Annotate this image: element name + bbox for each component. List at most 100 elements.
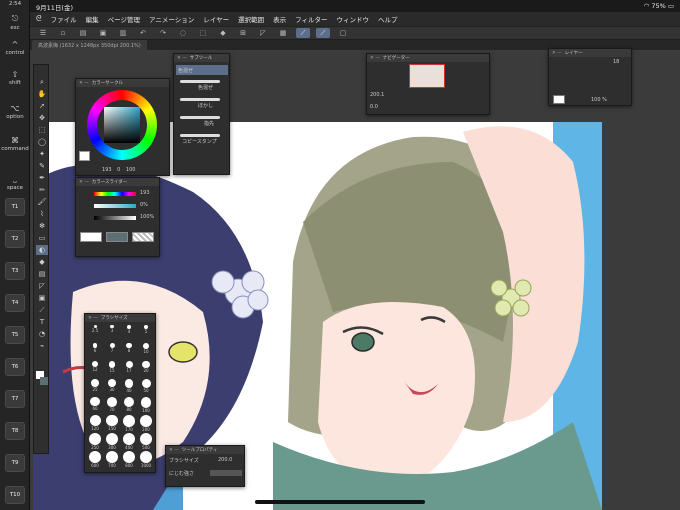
menu-window[interactable]: ウィンドウ — [336, 14, 369, 24]
operation-tool-icon[interactable]: ➚ — [36, 101, 48, 111]
subtool-item[interactable]: ぼかし — [198, 102, 213, 109]
close-icon[interactable]: ✕ — — [169, 448, 179, 453]
brush-size-option[interactable]: 700 — [104, 450, 120, 468]
zoom-value[interactable]: 200.1 — [370, 92, 384, 98]
subtool-item[interactable]: 色混ぜ — [176, 65, 228, 75]
pencil-tool-icon[interactable]: ✏ — [36, 185, 48, 195]
brush-tool-icon[interactable]: 🖌 — [36, 197, 48, 207]
color-preview-main[interactable] — [80, 232, 102, 242]
brush-size-option[interactable]: 70 — [104, 396, 120, 413]
brush-size-option[interactable]: 600 — [87, 450, 103, 468]
brush-size-option[interactable]: 500 — [138, 432, 154, 450]
navigator-preview[interactable] — [409, 64, 445, 88]
t4-key[interactable]: T4 — [5, 294, 25, 312]
gradient-tool-icon[interactable]: ▤ — [36, 269, 48, 279]
clear-icon[interactable]: ◌ — [176, 28, 190, 38]
eyedropper-tool-icon[interactable]: ✎ — [36, 161, 48, 171]
undo-icon[interactable]: ↶ — [136, 28, 150, 38]
brush-size-option[interactable]: 800 — [121, 450, 137, 468]
menu-animation[interactable]: アニメーション — [149, 14, 194, 24]
zoom-tool-icon[interactable]: ⌕ — [36, 77, 48, 87]
control-key[interactable]: ^ control — [0, 40, 30, 56]
ruler-tool-icon[interactable]: ⟋ — [36, 305, 48, 315]
t3-key[interactable]: T3 — [5, 262, 25, 280]
brush-size-option[interactable]: 8 — [121, 342, 137, 359]
menu-file[interactable]: ファイル — [51, 14, 77, 24]
menu-filter[interactable]: フィルター — [295, 14, 327, 24]
figure-tool-icon[interactable]: ◸ — [36, 281, 48, 291]
snap-icon[interactable]: ⊞ — [236, 28, 250, 38]
new-file-icon[interactable]: ▫ — [56, 28, 70, 38]
brush-size-option[interactable]: 5 — [138, 324, 154, 341]
blend-tool-icon[interactable]: ◐ — [36, 245, 48, 255]
ruler-icon[interactable]: ◸ — [256, 28, 270, 38]
app-logo-icon[interactable]: ᘓ — [36, 14, 42, 24]
brush-size-option[interactable]: 150 — [104, 414, 120, 431]
menu-help[interactable]: ヘルプ — [378, 14, 398, 24]
color-preview-sub[interactable] — [106, 232, 128, 242]
layer-blend-value[interactable]: 18 — [613, 59, 619, 65]
move-tool-icon[interactable]: ✥ — [36, 113, 48, 123]
save-icon[interactable]: ▣ — [96, 28, 110, 38]
brush-size-option[interactable]: 15 — [104, 360, 120, 377]
eraser-tool-icon[interactable]: ▭ — [36, 233, 48, 243]
text-tool-icon[interactable]: T — [36, 317, 48, 327]
brush-size-option[interactable]: 80 — [121, 396, 137, 413]
airbrush-tool-icon[interactable]: ⌇ — [36, 209, 48, 219]
frame-tool-icon[interactable]: ▣ — [36, 293, 48, 303]
brush-size-option[interactable]: 30 — [104, 378, 120, 395]
brush-size-option[interactable]: 1000 — [138, 450, 154, 468]
close-icon[interactable]: ✕ — — [370, 56, 380, 61]
subtool-item[interactable]: 色混ぜ — [198, 84, 213, 91]
option-key[interactable]: ⌥ option — [0, 104, 30, 120]
hamburger-icon[interactable]: ☰ — [36, 28, 50, 38]
close-icon[interactable]: ✕ — — [79, 180, 89, 185]
correct-line-tool-icon[interactable]: ⌁ — [36, 341, 48, 351]
value-slider[interactable] — [94, 216, 136, 220]
brush-size-option[interactable]: 300 — [104, 432, 120, 450]
brush-size-option[interactable]: 20 — [138, 360, 154, 377]
fill-tool-icon[interactable]: ◆ — [36, 257, 48, 267]
brush-size-option[interactable]: 4 — [121, 324, 137, 341]
snap-ruler-icon[interactable]: ⟋ — [296, 28, 310, 38]
brush-size-option[interactable]: 100 — [138, 396, 154, 413]
t1-key[interactable]: T1 — [5, 198, 25, 216]
brush-size-option[interactable]: 40 — [121, 378, 137, 395]
wand-tool-icon[interactable]: ✦ — [36, 149, 48, 159]
shift-key[interactable]: ⇧ shift — [0, 70, 30, 86]
grid-icon[interactable]: ▦ — [276, 28, 290, 38]
brush-size-option[interactable]: 12 — [87, 360, 103, 377]
subtool-item[interactable]: コピースタンプ — [182, 138, 217, 145]
redo-icon[interactable]: ↷ — [156, 28, 170, 38]
brush-size-option[interactable]: 250 — [87, 432, 103, 450]
color-preview-transparent[interactable] — [132, 232, 154, 242]
t7-key[interactable]: T7 — [5, 390, 25, 408]
decoration-tool-icon[interactable]: ✻ — [36, 221, 48, 231]
brush-size-value[interactable]: 200.0 — [218, 457, 232, 463]
menu-layer[interactable]: レイヤー — [203, 14, 229, 24]
t5-key[interactable]: T5 — [5, 326, 25, 344]
t9-key[interactable]: T9 — [5, 454, 25, 472]
main-color-box[interactable] — [79, 151, 90, 161]
esc-key[interactable]: ⎋ esc — [0, 14, 30, 31]
selection-tool-icon[interactable]: ⬚ — [36, 125, 48, 135]
brush-size-option[interactable]: 400 — [121, 432, 137, 450]
close-icon[interactable]: ✕ — — [552, 51, 562, 56]
open-file-icon[interactable]: ▤ — [76, 28, 90, 38]
close-icon[interactable]: ✕ — — [88, 316, 98, 321]
brush-size-option[interactable]: 200 — [138, 414, 154, 432]
hue-slider[interactable] — [94, 192, 136, 196]
brush-size-option[interactable]: 170 — [121, 414, 137, 432]
brush-size-option[interactable]: 60 — [87, 396, 103, 413]
menu-view[interactable]: 表示 — [273, 14, 286, 24]
close-icon[interactable]: ✕ — — [177, 56, 187, 61]
brush-size-option[interactable]: 50 — [138, 378, 154, 395]
brush-size-option[interactable]: 7 — [104, 342, 120, 359]
angle-value[interactable]: 0.0 — [370, 104, 378, 110]
brush-size-option[interactable]: 120 — [87, 414, 103, 431]
page-icon[interactable]: ▢ — [336, 28, 350, 38]
t8-key[interactable]: T8 — [5, 422, 25, 440]
brush-size-option[interactable]: 6 — [87, 342, 103, 359]
t6-key[interactable]: T6 — [5, 358, 25, 376]
command-key[interactable]: ⌘ command — [0, 136, 30, 152]
